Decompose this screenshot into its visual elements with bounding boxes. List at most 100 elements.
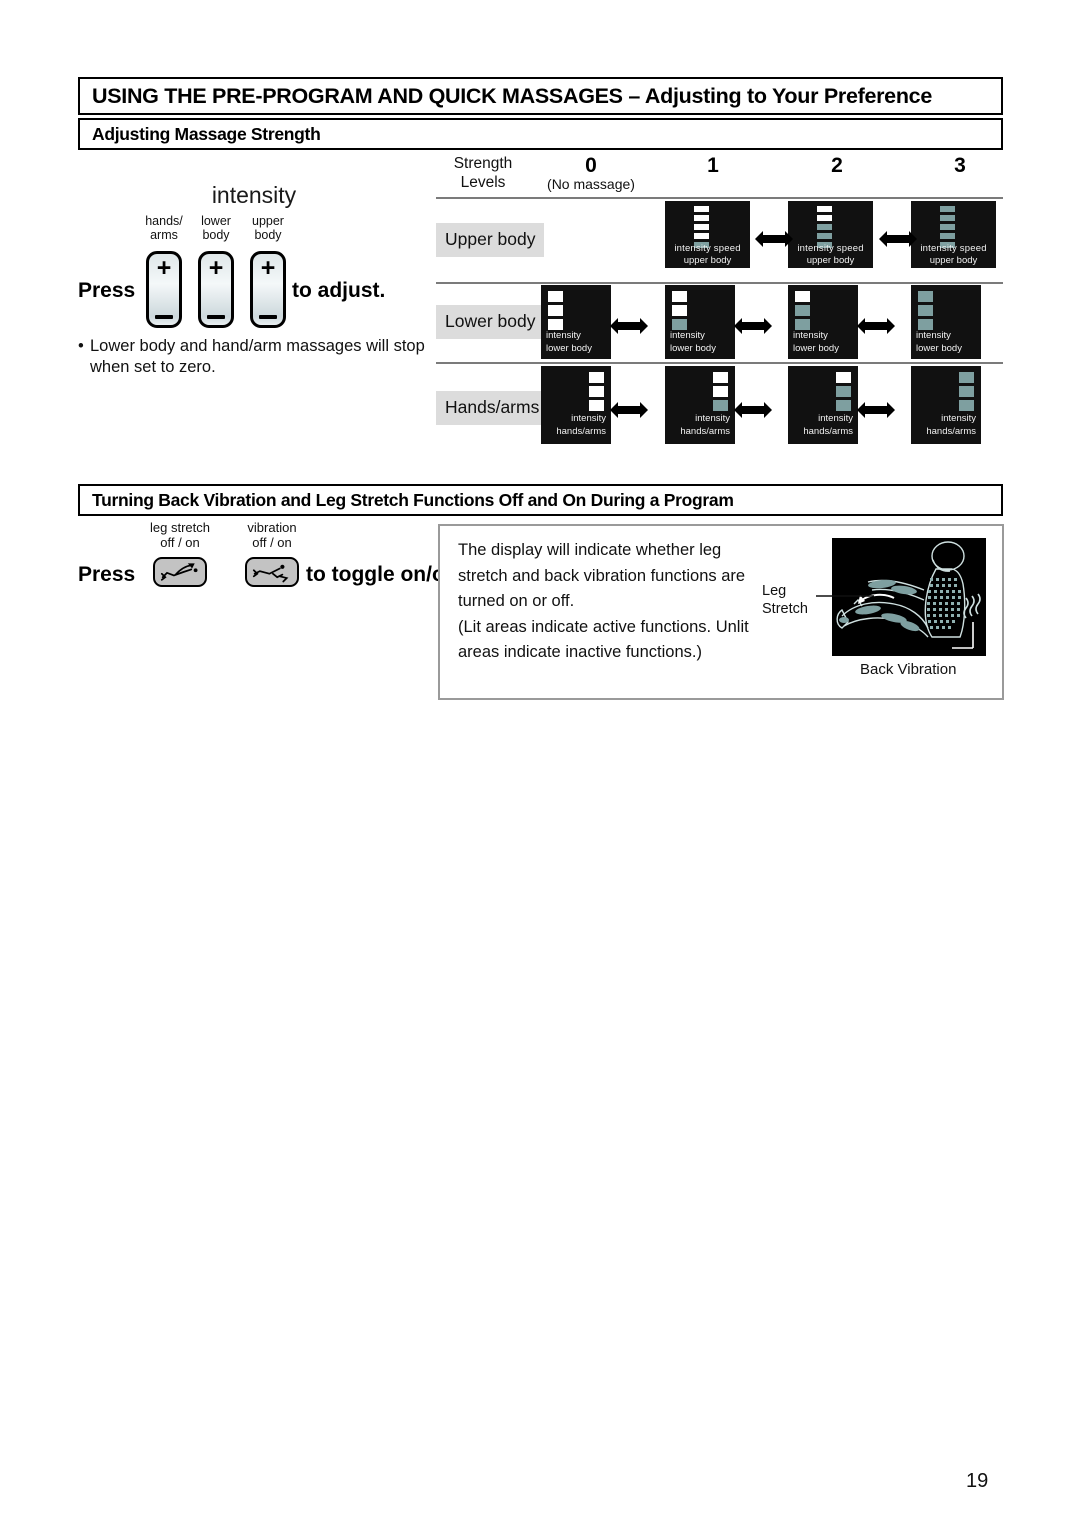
- minus-icon[interactable]: [253, 315, 283, 319]
- rocker-caption-upper-body: upper body: [238, 214, 298, 242]
- matrix-row-lower-body: Lower body intensity lower body intensity l…: [436, 284, 1003, 362]
- intensity-segment: [816, 214, 833, 222]
- display-panel-upper-body-level-3: intensity speed upper body: [911, 201, 996, 268]
- strength-level-matrix: Strength Levels 0 (No massage) 1 2 3 Upp…: [436, 155, 1003, 455]
- leg-stretch-leader-line: [816, 595, 874, 597]
- matrix-column-header-0: 0 (No massage): [529, 155, 653, 193]
- panel-label-line2: upper body: [683, 255, 732, 266]
- rocker-switch-hands-arms[interactable]: +: [146, 251, 182, 328]
- intensity-segment: [939, 223, 956, 231]
- matrix-column-number-0: 0: [585, 154, 597, 177]
- toggle-caption-vibration: vibration off / on: [226, 520, 318, 550]
- panel-label-line1: intensity speed: [920, 243, 987, 254]
- toggle-caption-vibration-line2: off / on: [252, 535, 292, 550]
- intensity-segment: [835, 371, 852, 384]
- intensity-segment: [939, 205, 956, 213]
- intensity-segment: [794, 304, 811, 317]
- press-instruction-label-toggle: Press: [78, 563, 136, 586]
- reclined-person-leg-stretch-icon: [160, 563, 198, 581]
- rocker-switch-upper-body[interactable]: +: [250, 251, 286, 328]
- intensity-segment: [671, 304, 688, 317]
- toggle-caption-leg-stretch-line2: off / on: [160, 535, 200, 550]
- bullet-icon: •: [78, 337, 84, 355]
- matrix-column-number-3: 3: [954, 154, 966, 177]
- display-info-text: The display will indicate whether leg st…: [458, 538, 758, 666]
- rocker-switch-lower-body[interactable]: +: [198, 251, 234, 328]
- display-panel-lower-body-level-3: intensity lower body: [911, 285, 981, 359]
- display-info-paragraph-1: The display will indicate whether leg st…: [458, 541, 746, 610]
- matrix-corner-label-line2: Levels: [460, 173, 506, 191]
- display-info-box: The display will indicate whether leg st…: [438, 524, 1004, 700]
- intensity-bar-graph: [547, 290, 564, 331]
- rocker-caption-lower-body-line1: lower: [201, 214, 231, 228]
- intensity-segment: [693, 205, 710, 213]
- double-arrow-icon: [878, 229, 918, 249]
- intensity-segment: [816, 223, 833, 231]
- panel-label-line1: intensity speed: [674, 243, 741, 254]
- panel-label-line1: intensity: [670, 330, 705, 341]
- display-panel-hands-arms-level-3: intensity hands/arms: [911, 366, 981, 444]
- panel-label-line2: hands/arms: [926, 426, 976, 437]
- strength-section-heading: Adjusting Massage Strength: [92, 123, 321, 144]
- intensity-bar-graph: [588, 371, 605, 412]
- minus-icon[interactable]: [149, 315, 179, 319]
- intensity-segment: [794, 290, 811, 303]
- matrix-column-header-1: 1: [651, 155, 775, 176]
- display-panel-hands-arms-level-1: intensity hands/arms: [665, 366, 735, 444]
- plus-icon[interactable]: +: [201, 255, 231, 281]
- panel-label-line1: intensity: [818, 413, 853, 424]
- toggle-caption-leg-stretch-line1: leg stretch: [150, 520, 210, 535]
- intensity-segment: [712, 371, 729, 384]
- toggle-controls-group: leg stretch off / on vibration off / on: [78, 520, 465, 610]
- panel-label-line1: intensity: [793, 330, 828, 341]
- minus-icon[interactable]: [201, 315, 231, 319]
- panel-label-line2: hands/arms: [556, 426, 606, 437]
- panel-label-line2: hands/arms: [803, 426, 853, 437]
- panel-label-line2: hands/arms: [680, 426, 730, 437]
- main-section-banner: USING THE PRE-PROGRAM AND QUICK MASSAGES…: [78, 77, 1003, 115]
- rocker-caption-upper-body-line2: body: [254, 227, 282, 242]
- plus-icon[interactable]: +: [253, 255, 283, 281]
- strength-note: • Lower body and hand/arm massages will …: [78, 336, 428, 378]
- page-number: 19: [966, 1470, 989, 1492]
- matrix-corner-label-line1: Strength: [453, 155, 513, 172]
- double-arrow-icon: [754, 229, 794, 249]
- display-panel-hands-arms-level-2: intensity hands/arms: [788, 366, 858, 444]
- double-arrow-icon: [856, 400, 896, 420]
- toggle-caption-leg-stretch: leg stretch off / on: [134, 520, 226, 550]
- intensity-segment: [588, 385, 605, 398]
- double-arrow-icon: [733, 400, 773, 420]
- display-panel-lower-body-level-0: intensity lower body: [541, 285, 611, 359]
- panel-label-line1: intensity speed: [797, 243, 864, 254]
- intensity-segment: [816, 205, 833, 213]
- matrix-row-label-hands-arms: Hands/arms: [436, 391, 549, 425]
- display-info-paragraph-2: (Lit areas indicate active functions. Un…: [458, 617, 749, 662]
- intensity-segment: [816, 232, 833, 240]
- intensity-bar-graph: [917, 290, 934, 331]
- vibration-toggle-button[interactable]: [245, 557, 299, 587]
- double-arrow-icon: [609, 400, 649, 420]
- intensity-segment: [958, 399, 975, 412]
- reclined-person-vibration-icon: [252, 564, 289, 583]
- panel-label-line2: lower body: [793, 343, 839, 354]
- intensity-segment: [917, 304, 934, 317]
- intensity-segment: [958, 385, 975, 398]
- intensity-segment: [835, 399, 852, 412]
- intensity-segment: [547, 304, 564, 317]
- double-arrow-icon: [856, 316, 896, 336]
- display-panel-upper-body-level-1: intensity speed upper body: [665, 201, 750, 268]
- intensity-bar-graph: [794, 290, 811, 331]
- plus-icon[interactable]: +: [149, 255, 179, 281]
- intensity-bar-graph: [671, 290, 688, 331]
- display-panel-lower-body-level-2: intensity lower body: [788, 285, 858, 359]
- matrix-column-number-2: 2: [831, 154, 843, 177]
- intensity-segment: [588, 371, 605, 384]
- toggle-caption-vibration-line1: vibration: [247, 520, 297, 535]
- display-panel-hands-arms-level-0: intensity hands/arms: [541, 366, 611, 444]
- matrix-row-upper-body: Upper body intensity speed upper body inte…: [436, 199, 1003, 282]
- leg-stretch-toggle-button[interactable]: [153, 557, 207, 587]
- intensity-bar-graph: [712, 371, 729, 412]
- intensity-segment: [939, 232, 956, 240]
- intensity-segment: [917, 290, 934, 303]
- display-panel-upper-body-level-2: intensity speed upper body: [788, 201, 873, 268]
